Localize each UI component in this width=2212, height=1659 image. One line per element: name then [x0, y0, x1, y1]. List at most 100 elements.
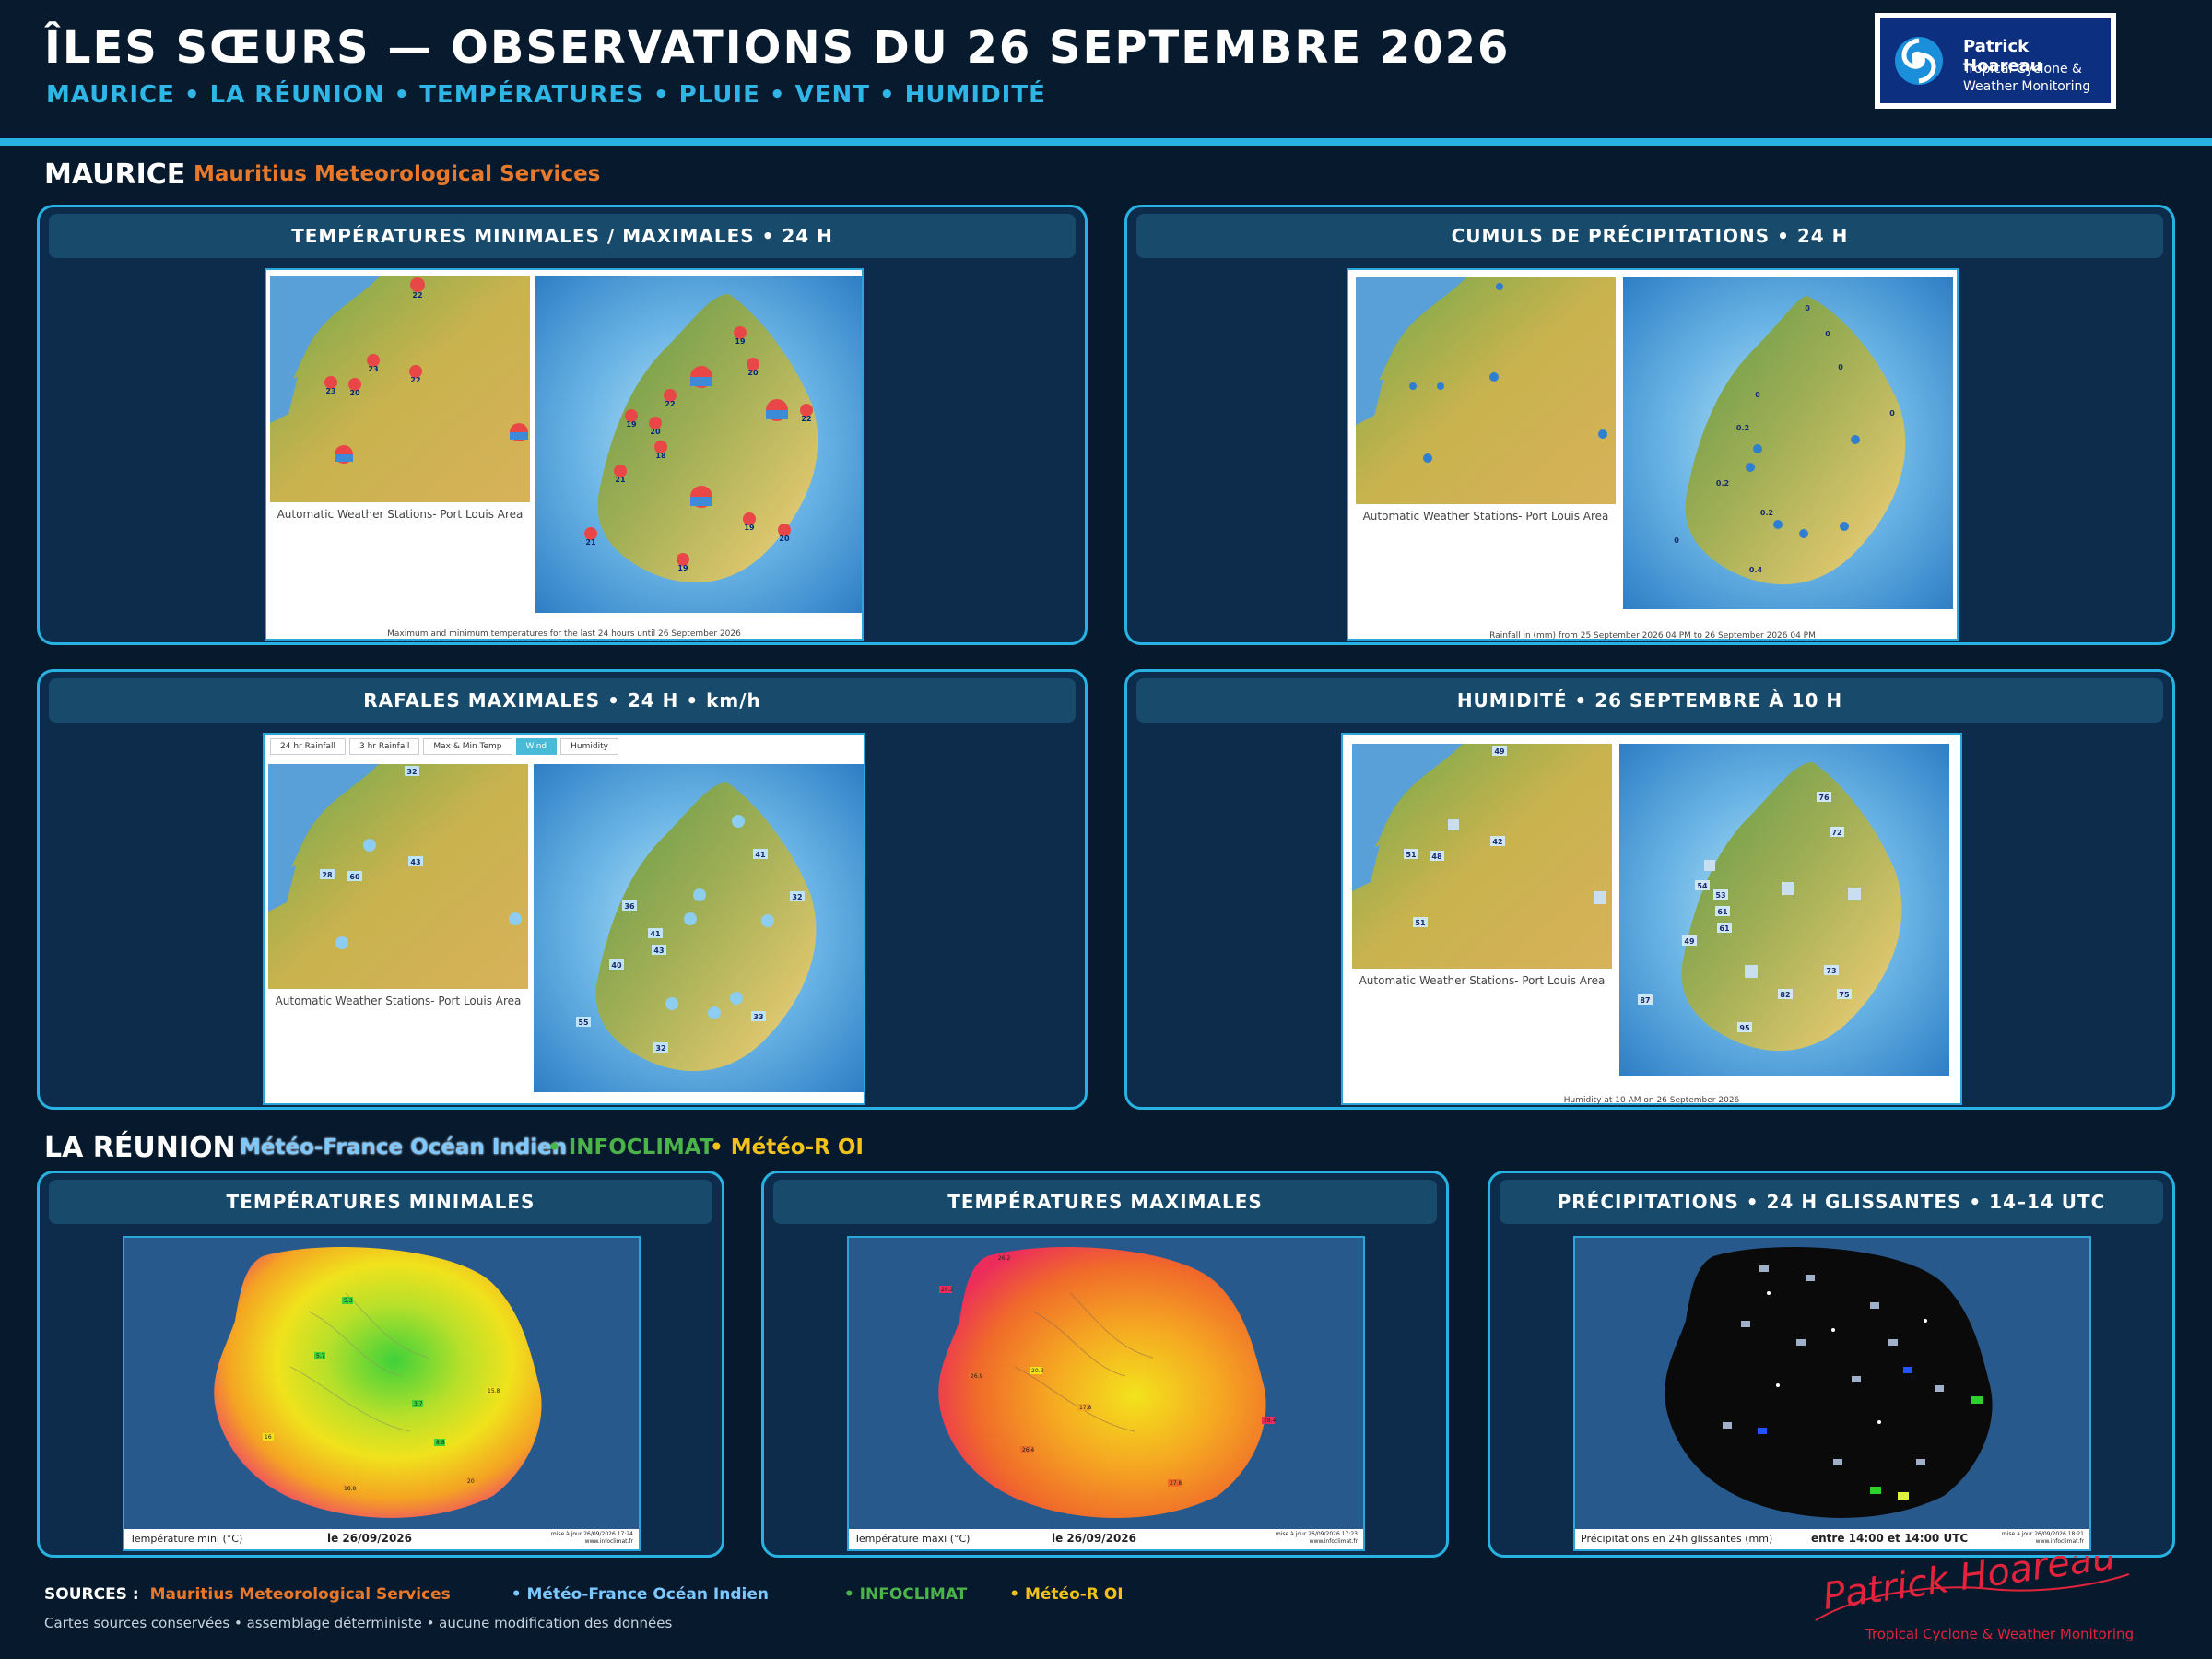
svg-text:54: 54: [1697, 882, 1708, 890]
footer-sources: SOURCES : Mauritius Meteorological Servi…: [44, 1585, 1124, 1604]
section-title-maurice: MAURICE: [44, 159, 186, 191]
svg-text:23: 23: [368, 365, 378, 373]
svg-text:18.8: 18.8: [344, 1486, 357, 1492]
map-date: entre 14:00 et 14:00 UTC: [1811, 1532, 1969, 1545]
header: ÎLES SŒURS — OBSERVATIONS DU 26 SEPTEMBR…: [0, 0, 2212, 138]
svg-text:0.4: 0.4: [1749, 566, 1763, 574]
map-update-info: mise à jour 26/09/2026 17:23 www.infoclim…: [1275, 1531, 1358, 1545]
svg-text:43: 43: [410, 858, 420, 866]
section-source-mms: Mauritius Meteorological Services: [194, 162, 601, 186]
svg-text:53: 53: [1715, 891, 1725, 900]
mu-temp-map-image: 22 23 22 23 20 Automatic Weather Station…: [265, 268, 864, 641]
map-legend-bar: Précipitations en 24h glissantes (mm) en…: [1575, 1529, 2089, 1549]
panel-re-rainfall: PRÉCIPITATIONS • 24 H GLISSANTES • 14–14…: [1488, 1171, 2175, 1558]
svg-text:17.8: 17.8: [1079, 1405, 1092, 1411]
map-footnote: Humidity at 10 AM on 26 September 2026: [1563, 1096, 1740, 1105]
svg-text:26.2: 26.2: [998, 1255, 1011, 1262]
map-legend-bar: Température mini (°C) le 26/09/2026 mise…: [124, 1529, 639, 1549]
svg-text:41: 41: [755, 851, 766, 859]
svg-text:18: 18: [655, 452, 666, 460]
svg-text:22: 22: [801, 415, 811, 423]
tab-humidity[interactable]: Humidity: [560, 738, 618, 755]
tab-max-min-temp[interactable]: Max & Min Temp: [423, 738, 512, 755]
svg-text:19: 19: [744, 524, 755, 532]
map-footnote: Rainfall in (mm) from 25 September 2026 …: [1489, 631, 1816, 641]
svg-text:20: 20: [467, 1478, 475, 1485]
svg-text:95: 95: [1739, 1024, 1750, 1032]
svg-text:26.4: 26.4: [1022, 1447, 1035, 1453]
source-infoclimat: • INFOCLIMAT: [547, 1135, 714, 1159]
svg-text:55: 55: [578, 1018, 589, 1027]
svg-text:32: 32: [792, 893, 802, 901]
logo-tagline-line1: Tropical Cyclone &: [1963, 62, 2082, 76]
svg-text:20: 20: [747, 369, 759, 377]
panel-title: TEMPÉRATURES MINIMALES: [49, 1180, 712, 1224]
svg-text:0: 0: [1889, 409, 1895, 418]
page-subtitle: MAURICE • LA RÉUNION • TEMPÉRATURES • PL…: [46, 81, 1046, 109]
panel-title: CUMULS DE PRÉCIPITATIONS • 24 H: [1136, 214, 2163, 258]
footer-source-mms: Mauritius Meteorological Services: [149, 1585, 451, 1604]
svg-text:27.8: 27.8: [1170, 1480, 1182, 1487]
source-meteo-r-oi: • Météo-R OI: [710, 1135, 864, 1159]
panel-mu-rainfall: CUMULS DE PRÉCIPITATIONS • 24 H Automati…: [1124, 205, 2175, 645]
svg-text:48: 48: [1431, 853, 1442, 861]
inset-caption: Automatic Weather Stations- Port Louis A…: [1359, 974, 1606, 987]
svg-text:28.2: 28.2: [941, 1287, 954, 1293]
section-title-reunion: LA RÉUNION: [44, 1132, 236, 1164]
mauritius-island-map: 0 0 0 0 0 0.2 0.2 0.2 0 0.4: [1623, 277, 1953, 609]
svg-text:5.3: 5.3: [344, 1298, 353, 1304]
logo-tagline-line2: Weather Monitoring: [1963, 79, 2091, 94]
legend-label: Température maxi (°C): [854, 1533, 971, 1545]
svg-text:75: 75: [1839, 991, 1850, 999]
panel-mu-wind: RAFALES MAXIMALES • 24 H • km/h 24 hr Ra…: [37, 669, 1088, 1110]
svg-text:20.2: 20.2: [1031, 1368, 1044, 1374]
svg-text:61: 61: [1719, 924, 1730, 933]
map-date: le 26/09/2026: [1052, 1532, 1136, 1545]
svg-text:76: 76: [1818, 794, 1830, 802]
svg-text:43: 43: [653, 947, 664, 955]
panel-title: TEMPÉRATURES MINIMALES / MAXIMALES • 24 …: [49, 214, 1076, 258]
panel-title: PRÉCIPITATIONS • 24 H GLISSANTES • 14–14…: [1500, 1180, 2163, 1224]
panel-mu-temperatures: TEMPÉRATURES MINIMALES / MAXIMALES • 24 …: [37, 205, 1088, 645]
panel-re-tmax: TEMPÉRATURES MAXIMALES 26.2 28.2 26.9 20…: [761, 1171, 1449, 1558]
svg-text:0: 0: [1805, 304, 1810, 312]
svg-text:15.8: 15.8: [488, 1388, 500, 1394]
svg-text:28.4: 28.4: [1264, 1418, 1277, 1424]
mu-wind-map-image: 24 hr Rainfall 3 hr Rainfall Max & Min T…: [263, 733, 865, 1105]
panel-title: RAFALES MAXIMALES • 24 H • km/h: [49, 678, 1076, 723]
svg-text:16: 16: [265, 1434, 272, 1441]
port-louis-inset-map: 49 51 48 42 51: [1352, 744, 1612, 969]
svg-text:82: 82: [1780, 991, 1790, 999]
panel-mu-humidity: HUMIDITÉ • 26 SEPTEMBRE À 10 H 49 51 48 …: [1124, 669, 2175, 1110]
footer-source-meteo-r-oi: • Météo-R OI: [1009, 1585, 1124, 1604]
svg-text:0.2: 0.2: [1716, 479, 1729, 488]
svg-text:0: 0: [1825, 330, 1830, 338]
svg-text:0: 0: [1755, 391, 1760, 399]
svg-text:73: 73: [1826, 967, 1836, 975]
tab-24hr-rainfall[interactable]: 24 hr Rainfall: [270, 738, 347, 755]
svg-text:0.2: 0.2: [1760, 509, 1773, 517]
svg-text:23: 23: [325, 387, 335, 395]
mauritius-island-map: 76 72 54 53 61 61 49 73 82 75 87 95: [1619, 744, 1949, 1076]
svg-text:0: 0: [1838, 363, 1843, 371]
svg-text:20: 20: [650, 428, 661, 436]
inset-caption: Automatic Weather Stations- Port Louis A…: [1362, 510, 1609, 523]
tab-3hr-rainfall[interactable]: 3 hr Rainfall: [349, 738, 420, 755]
header-divider: [0, 138, 2212, 146]
footer-source-meteo-france: • Météo-France Océan Indien: [511, 1585, 769, 1604]
mauritius-island-map: 41 32 36 41 43 40 55 33 32: [534, 764, 864, 1092]
inset-caption: Automatic Weather Stations- Port Louis A…: [276, 508, 524, 521]
svg-text:28: 28: [322, 871, 333, 879]
footer-label: SOURCES :: [44, 1585, 139, 1604]
brand-logo: Patrick Hoareau Tropical Cyclone & Weath…: [1875, 13, 2116, 109]
signature-tagline: Tropical Cyclone & Weather Monitoring: [1865, 1626, 2135, 1642]
svg-text:22: 22: [665, 400, 675, 408]
tab-wind[interactable]: Wind: [515, 738, 558, 755]
svg-text:19: 19: [735, 337, 746, 346]
svg-text:19: 19: [677, 564, 688, 572]
map-update-info: mise à jour 26/09/2026 17:24 www.infoclim…: [550, 1531, 633, 1545]
svg-text:42: 42: [1492, 838, 1502, 846]
svg-text:61: 61: [1717, 908, 1728, 916]
panel-title: TEMPÉRATURES MAXIMALES: [773, 1180, 1437, 1224]
svg-text:51: 51: [1406, 851, 1417, 859]
